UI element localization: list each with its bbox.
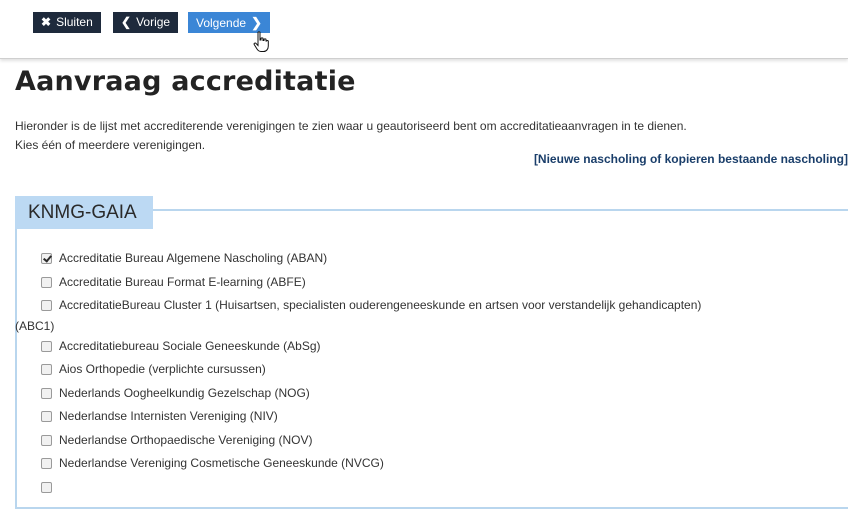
list-item[interactable]: AccreditatieBureau Cluster 1 (Huisartsen… bbox=[15, 294, 835, 335]
checkbox-icon[interactable] bbox=[41, 434, 52, 446]
association-label: Nederlandse Internisten Vereniging (NIV) bbox=[59, 409, 278, 423]
list-item[interactable]: Nederlandse Orthopaedische Vereniging (N… bbox=[15, 429, 835, 453]
list-item[interactable]: Accreditatie Bureau Algemene Nascholing … bbox=[15, 247, 835, 271]
list-item[interactable]: Accreditatiebureau Sociale Geneeskunde (… bbox=[15, 335, 835, 359]
list-item[interactable]: Nederlandse Internisten Vereniging (NIV) bbox=[15, 405, 835, 429]
next-button-label: Volgende bbox=[196, 16, 247, 30]
checkbox-icon[interactable] bbox=[41, 364, 52, 375]
previous-button-label: Vorige bbox=[136, 15, 171, 29]
hand-pointer-cursor-icon bbox=[253, 31, 269, 52]
toolbar: ✖ Sluiten ❮ Vorige Volgende ❯ bbox=[0, 0, 848, 59]
previous-button[interactable]: ❮ Vorige bbox=[113, 12, 179, 33]
close-button[interactable]: ✖ Sluiten bbox=[33, 12, 101, 33]
close-icon: ✖ bbox=[41, 15, 52, 29]
association-label: Aios Orthopedie (verplichte cursussen) bbox=[59, 362, 266, 376]
checkbox-icon[interactable] bbox=[41, 253, 52, 264]
page-title: Aanvraag accreditatie bbox=[15, 66, 356, 97]
association-label: AccreditatieBureau Cluster 1 (Huisartsen… bbox=[59, 298, 702, 312]
new-course-link[interactable]: [Nieuwe nascholing of kopieren bestaande… bbox=[534, 152, 848, 166]
association-label: Accreditatiebureau Sociale Geneeskunde (… bbox=[59, 338, 321, 353]
list-item[interactable]: Accreditatie Bureau Format E-learning (A… bbox=[15, 271, 835, 295]
checkbox-icon[interactable] bbox=[41, 340, 52, 352]
fieldset-legend: KNMG-GAIA bbox=[15, 196, 153, 229]
intro-text: Hieronder is de lijst met accrediterende… bbox=[15, 117, 687, 155]
association-label: Accreditatie Bureau Algemene Nascholing … bbox=[59, 251, 328, 265]
close-button-label: Sluiten bbox=[56, 15, 93, 29]
association-list: Accreditatie Bureau Algemene Nascholing … bbox=[15, 247, 835, 499]
list-item[interactable]: Aios Orthopedie (verplichte cursussen) bbox=[15, 358, 835, 382]
checkbox-icon[interactable] bbox=[41, 481, 52, 493]
list-item[interactable]: Nederlandse Vereniging Cosmetische Genee… bbox=[15, 452, 835, 476]
intro-line-1: Hieronder is de lijst met accrediterende… bbox=[15, 119, 687, 133]
chevron-right-icon: ❯ bbox=[251, 15, 262, 30]
chevron-left-icon: ❮ bbox=[121, 15, 132, 29]
association-label-continuation: (ABC1) bbox=[15, 318, 55, 333]
list-item-partial[interactable] bbox=[15, 476, 835, 500]
checkbox-icon[interactable] bbox=[41, 387, 52, 399]
checkbox-icon[interactable] bbox=[41, 300, 52, 311]
checkbox-icon[interactable] bbox=[41, 411, 52, 422]
association-label: Accreditatie Bureau Format E-learning (A… bbox=[59, 274, 306, 289]
association-label: Nederlandse Vereniging Cosmetische Genee… bbox=[59, 456, 384, 470]
association-label: Nederlands Oogheelkundig Gezelschap (NOG… bbox=[59, 385, 310, 400]
association-label: Nederlandse Orthopaedische Vereniging (N… bbox=[59, 432, 313, 447]
list-item[interactable]: Nederlands Oogheelkundig Gezelschap (NOG… bbox=[15, 382, 835, 406]
checkbox-icon[interactable] bbox=[41, 276, 52, 288]
next-button[interactable]: Volgende ❯ bbox=[188, 12, 270, 33]
checkbox-icon[interactable] bbox=[41, 458, 52, 469]
